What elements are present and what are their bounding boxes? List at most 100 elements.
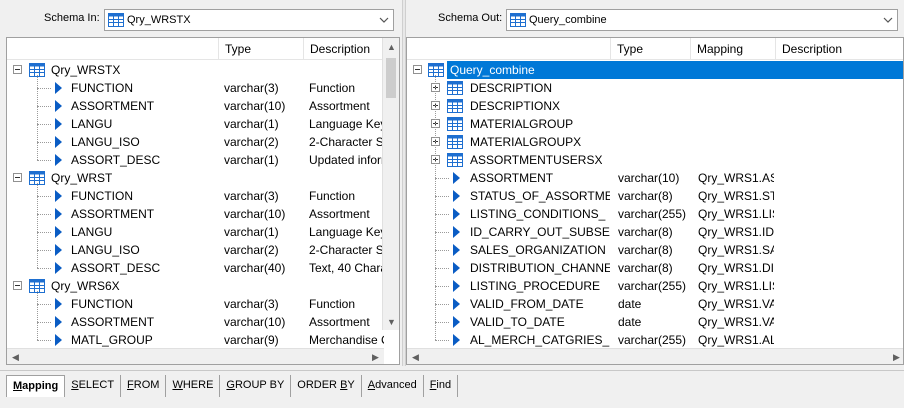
tab-from[interactable]: FROM	[121, 375, 167, 397]
column-description: Text, 40 Characters	[309, 261, 384, 275]
column-arrow-icon	[55, 118, 62, 130]
tree-column-row[interactable]: LANGU varchar(1) Language Key	[7, 115, 384, 133]
tree-table-row[interactable]: ASSORTMENTUSERSX	[407, 151, 903, 169]
tree-column-row[interactable]: STATUS_OF_ASSORTMENT varchar(8) Qry_WRS1.S…	[407, 187, 903, 205]
tree-column-row[interactable]: ASSORT_DESC varchar(40) Text, 40 Character…	[7, 259, 384, 277]
column-arrow-icon	[55, 208, 62, 220]
column-type: varchar(9)	[224, 333, 279, 347]
tab-find[interactable]: Find	[423, 375, 459, 397]
tree-table-row[interactable]: MATERIALGROUPX	[407, 133, 903, 151]
column-header-mapping[interactable]: Mapping	[690, 38, 775, 60]
tree-column-row[interactable]: FUNCTION varchar(3) Function	[7, 79, 384, 97]
schema-out-horizontal-scrollbar[interactable]: ◀ ▶	[407, 348, 903, 364]
tree-connector	[37, 142, 51, 143]
column-header-description[interactable]: Description	[303, 38, 393, 60]
column-description: Assortment	[309, 99, 370, 113]
column-name: FUNCTION	[71, 189, 133, 203]
scroll-track[interactable]	[26, 353, 366, 361]
schema-in-grid: Type Description Qry_WRSTX FUNCTION varcha…	[6, 37, 400, 365]
scroll-left-icon[interactable]: ◀	[7, 349, 24, 364]
tab-label-part: ELECT	[78, 379, 115, 391]
tab-mapping[interactable]: Mapping	[6, 375, 66, 397]
chevron-down-icon[interactable]	[879, 10, 897, 30]
tree-column-row[interactable]: ASSORTMENT varchar(10) Assortment	[7, 97, 384, 115]
tree-column-row[interactable]: DISTRIBUTION_CHANNEL varchar(8) Qry_WRS1.D…	[407, 259, 903, 277]
column-mapping: Qry_WRS1.LISTING	[698, 207, 774, 221]
tree-column-row[interactable]: LANGU_ISO varchar(2) 2-Character SAP	[7, 133, 384, 151]
tree-column-row[interactable]: ID_CARRY_OUT_SUBSE varchar(8) Qry_WRS1.ID	[407, 223, 903, 241]
scroll-right-icon[interactable]: ▶	[367, 349, 384, 364]
column-type: varchar(10)	[224, 207, 286, 221]
tab-advanced[interactable]: Advanced	[361, 375, 424, 397]
tree-table-row[interactable]: Qry_WRST	[7, 169, 384, 187]
collapse-icon[interactable]	[413, 65, 422, 74]
tree-connector	[435, 322, 449, 323]
tree-column-row[interactable]: LISTING_CONDITIONS_ varchar(255) Qry_WRS1.…	[407, 205, 903, 223]
scroll-right-icon[interactable]: ▶	[888, 349, 903, 364]
tree-column-row[interactable]: LANGU_ISO varchar(2) 2-Character SAP	[7, 241, 384, 259]
schema-out-dropdown[interactable]: Query_combine	[506, 9, 898, 31]
tree-connector	[435, 232, 449, 233]
column-type: varchar(3)	[224, 297, 279, 311]
schema-out-grid-header: Type Mapping Description	[407, 38, 903, 60]
tree-column-row[interactable]: MATL_GROUP varchar(9) Merchandise Category	[7, 331, 384, 349]
column-name: MATL_GROUP	[71, 333, 153, 347]
tree-column-row[interactable]: ASSORT_DESC varchar(1) Updated information	[7, 151, 384, 169]
column-description: Language Key	[309, 225, 384, 239]
column-header-type[interactable]: Type	[610, 38, 690, 60]
column-header-name[interactable]	[407, 38, 610, 60]
column-arrow-icon	[55, 190, 62, 202]
tree-connector	[435, 214, 449, 215]
collapse-icon[interactable]	[13, 173, 22, 182]
schema-in-dropdown[interactable]: Qry_WRSTX	[104, 9, 394, 31]
tree-connector	[435, 286, 449, 287]
tree-table-row[interactable]: DESCRIPTION	[407, 79, 903, 97]
collapse-icon[interactable]	[13, 65, 22, 74]
tree-column-row[interactable]: SALES_ORGANIZATION varchar(8) Qry_WRS1.SAL…	[407, 241, 903, 259]
scroll-down-icon[interactable]: ▼	[383, 313, 399, 330]
column-mapping: Qry_WRS1.LISTING	[698, 279, 774, 293]
tab-label-part: Y	[347, 379, 355, 391]
scroll-up-icon[interactable]: ▲	[383, 38, 399, 55]
table-name: Qry_WRSTX	[51, 63, 121, 77]
tree-table-row[interactable]: MATERIALGROUP	[407, 115, 903, 133]
column-arrow-icon	[453, 298, 460, 310]
column-header-type[interactable]: Type	[218, 38, 303, 60]
column-arrow-icon	[55, 298, 62, 310]
scroll-track[interactable]	[426, 353, 886, 361]
chevron-down-icon[interactable]	[375, 10, 393, 30]
tree-table-row[interactable]: DESCRIPTIONX	[407, 97, 903, 115]
tree-column-row[interactable]: FUNCTION varchar(3) Function	[7, 187, 384, 205]
tab-label-part: M	[13, 380, 23, 392]
column-name: LANGU	[71, 225, 113, 239]
scroll-thumb[interactable]	[386, 58, 396, 98]
tree-column-row[interactable]: AL_MERCH_CATGRIES_ varchar(255) Qry_WRS1.A…	[407, 331, 903, 349]
tab-label-part: dvanced	[375, 379, 417, 391]
column-name: VALID_TO_DATE	[470, 315, 565, 329]
column-header-description[interactable]: Description	[775, 38, 903, 60]
tree-column-row[interactable]: ASSORTMENT varchar(10) Assortment	[7, 313, 384, 331]
column-description: 2-Character SAP	[309, 135, 384, 149]
tree-column-row[interactable]: LANGU varchar(1) Language Key	[7, 223, 384, 241]
schema-in-horizontal-scrollbar[interactable]: ◀ ▶	[7, 348, 384, 364]
tree-column-row[interactable]: LISTING_PROCEDURE varchar(255) Qry_WRS1.LI…	[407, 277, 903, 295]
schema-in-vertical-scrollbar[interactable]: ▲ ▼	[382, 38, 399, 330]
tab-group-by[interactable]: GROUP BY	[220, 375, 292, 397]
tree-root-row[interactable]: Query_combine	[407, 61, 903, 79]
tree-column-row[interactable]: VALID_TO_DATE date Qry_WRS1.VALID	[407, 313, 903, 331]
table-icon	[447, 135, 463, 149]
tab-where[interactable]: WHERE	[166, 375, 221, 397]
column-type: varchar(10)	[618, 171, 680, 185]
tree-column-row[interactable]: VALID_FROM_DATE date Qry_WRS1.VALID	[407, 295, 903, 313]
tab-select[interactable]: SELECT	[65, 375, 122, 397]
tree-table-row[interactable]: Qry_WRS6X	[7, 277, 384, 295]
tree-column-row[interactable]: ASSORTMENT varchar(10) Assortment	[7, 205, 384, 223]
tab-order-by[interactable]: ORDER BY	[291, 375, 362, 397]
tree-column-row[interactable]: FUNCTION varchar(3) Function	[7, 295, 384, 313]
column-header-name[interactable]	[7, 38, 218, 60]
tree-column-row[interactable]: ASSORTMENT varchar(10) Qry_WRS1.ASSORTMENT	[407, 169, 903, 187]
collapse-icon[interactable]	[13, 281, 22, 290]
column-name: ASSORTMENT	[470, 171, 554, 185]
tree-table-row[interactable]: Qry_WRSTX	[7, 61, 384, 79]
scroll-left-icon[interactable]: ◀	[407, 349, 424, 364]
